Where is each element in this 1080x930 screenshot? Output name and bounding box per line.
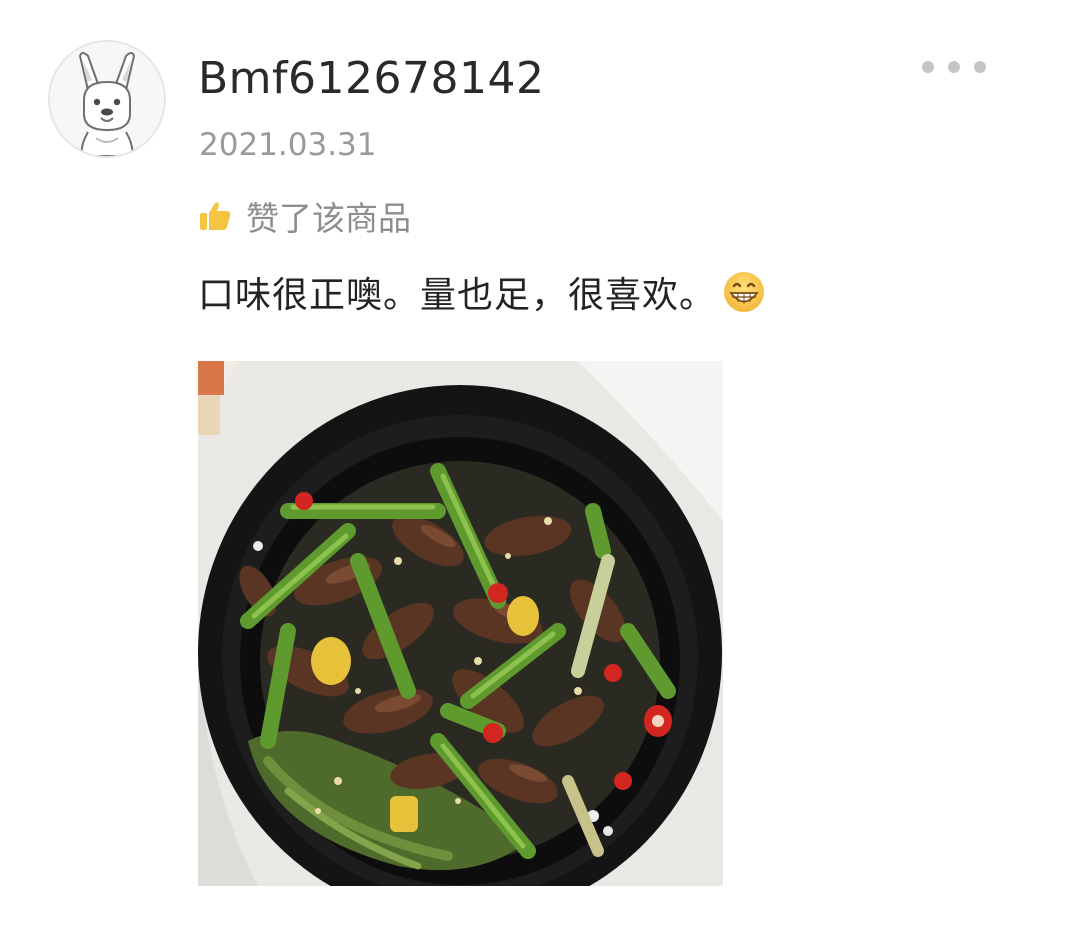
more-options-button[interactable] — [916, 52, 992, 82]
grinning-face-icon — [724, 272, 765, 312]
more-dot-icon — [948, 61, 960, 73]
review-text: 口味很正噢。量也足，很喜欢。 — [198, 275, 717, 316]
review-body: 口味很正噢。量也足，很喜欢。 — [198, 266, 766, 318]
user-avatar[interactable] — [48, 40, 166, 158]
more-dot-icon — [974, 61, 986, 73]
review-photo[interactable] — [198, 361, 723, 886]
food-bowl-image — [198, 361, 723, 886]
more-dot-icon — [922, 61, 934, 73]
review-date: 2021.03.31 — [199, 127, 377, 163]
liked-product-label: 赞了该商品 — [246, 199, 411, 238]
kangaroo-avatar-icon — [50, 42, 164, 156]
liked-product-row: 赞了该商品 — [198, 194, 411, 238]
username[interactable]: Bmf612678142 — [198, 52, 544, 106]
thumbs-up-icon — [200, 202, 231, 230]
